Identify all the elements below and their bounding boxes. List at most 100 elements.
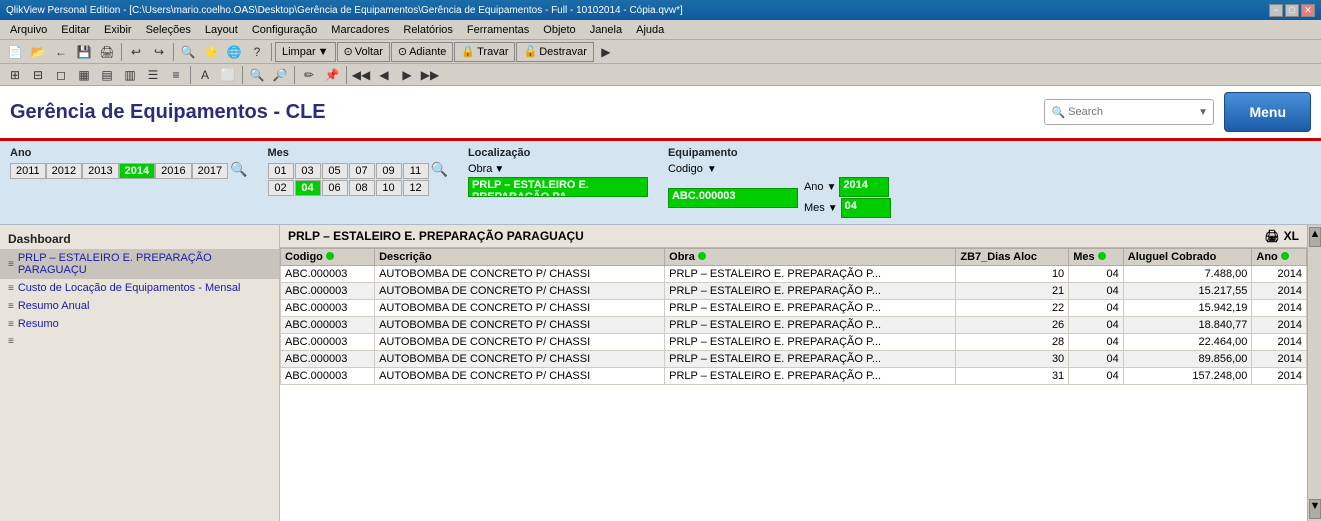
left-panel-item-3[interactable]: ≡Resumo [0, 315, 279, 333]
toolbar-globe[interactable]: 🌐 [223, 42, 245, 62]
menu-item-layout[interactable]: Layout [199, 23, 244, 37]
codigo-dropdown-icon[interactable]: ▼ [707, 164, 717, 175]
search-dropdown-icon[interactable]: ▼ [1198, 107, 1208, 118]
month-btn-11[interactable]: 11 [403, 163, 429, 179]
menu-item-ferramentas[interactable]: Ferramentas [461, 23, 535, 37]
tb2-btn10[interactable]: ⬜ [217, 65, 239, 85]
search-box[interactable]: 🔍 ▼ [1044, 99, 1214, 125]
tb2-btn14[interactable]: 📌 [321, 65, 343, 85]
destravar-button[interactable]: 🔓 Destravar [516, 42, 593, 62]
toolbar-star[interactable]: ⭐ [200, 42, 222, 62]
tb2-btn5[interactable]: ▤ [96, 65, 118, 85]
tb2-btn3[interactable]: ◻ [50, 65, 72, 85]
obra-value[interactable]: PRLP – ESTALEIRO E. PREPARAÇÃO PA... [468, 177, 648, 197]
year-btn-2016[interactable]: 2016 [155, 163, 191, 179]
year-btn-2011[interactable]: 2011 [10, 163, 46, 179]
menu-item-exibir[interactable]: Exibir [98, 23, 138, 37]
col-header-ano[interactable]: Ano [1252, 249, 1307, 266]
travar-button[interactable]: 🔒 Travar [454, 42, 515, 62]
menu-item-configuracao[interactable]: Configuração [246, 23, 323, 37]
menu-item-janela[interactable]: Janela [584, 23, 628, 37]
year-btn-2013[interactable]: 2013 [82, 163, 118, 179]
toolbar-extra[interactable]: ▶ [595, 42, 617, 62]
scrollbar-up[interactable]: ▲ [1309, 227, 1321, 247]
left-panel-item-4[interactable]: ≡ [0, 333, 279, 350]
adiante-button[interactable]: ⊙ Adiante [391, 42, 454, 62]
left-panel: Dashboard ≡PRLP – ESTALEIRO E. PREPARAÇÃ… [0, 225, 280, 521]
xl-export-icon[interactable]: XL [1284, 229, 1299, 243]
tb2-btn9[interactable]: A [194, 65, 216, 85]
toolbar-back[interactable]: ← [50, 42, 72, 62]
tb2-btn13[interactable]: ✏ [298, 65, 320, 85]
month-btn-12[interactable]: 12 [403, 180, 429, 196]
search-input[interactable] [1068, 106, 1198, 118]
toolbar-save[interactable]: 💾 [73, 42, 95, 62]
toolbar-help[interactable]: ? [246, 42, 268, 62]
menu-item-selecoes[interactable]: Seleções [140, 23, 197, 37]
limpar-button[interactable]: Limpar ▼ [275, 42, 336, 62]
col-header-obra[interactable]: Obra [665, 249, 956, 266]
menu-button[interactable]: Menu [1224, 92, 1311, 132]
tb2-btn18[interactable]: ▶▶ [419, 65, 441, 85]
month-btn-08[interactable]: 08 [349, 180, 375, 196]
col-header-codigo[interactable]: Codigo [281, 249, 375, 266]
equip-ano-dropdown-icon[interactable]: ▼ [827, 182, 837, 193]
maximize-button[interactable]: □ [1285, 4, 1299, 17]
toolbar-search[interactable]: 🔍 [177, 42, 199, 62]
equip-ano-value[interactable]: 2014 [839, 177, 889, 197]
minimize-button[interactable]: − [1269, 4, 1283, 17]
tb2-btn15[interactable]: ◀◀ [350, 65, 372, 85]
codigo-value[interactable]: ABC.000003 [668, 188, 798, 208]
tb2-btn12[interactable]: 🔎 [269, 65, 291, 85]
month-btn-04[interactable]: 04 [295, 180, 321, 196]
month-btn-07[interactable]: 07 [349, 163, 375, 179]
month-btn-03[interactable]: 03 [295, 163, 321, 179]
month-btn-02[interactable]: 02 [268, 180, 294, 196]
equip-mes-value[interactable]: 04 [841, 198, 891, 218]
month-btn-09[interactable]: 09 [376, 163, 402, 179]
toolbar-open[interactable]: 📂 [27, 42, 49, 62]
tb2-btn2[interactable]: ⊟ [27, 65, 49, 85]
toolbar-new[interactable]: 📄 [4, 42, 26, 62]
year-btn-2017[interactable]: 2017 [192, 163, 228, 179]
equip-mes-dropdown-icon[interactable]: ▼ [828, 203, 838, 214]
ano-search-icon[interactable]: 🔍 [230, 161, 247, 178]
voltar-button[interactable]: ⊙ Voltar [337, 42, 390, 62]
tb2-btn11[interactable]: 🔍 [246, 65, 268, 85]
month-btn-06[interactable]: 06 [322, 180, 348, 196]
left-panel-item-2[interactable]: ≡Resumo Anual [0, 297, 279, 315]
month-btn-01[interactable]: 01 [268, 163, 294, 179]
month-btn-05[interactable]: 05 [322, 163, 348, 179]
print-table-icon[interactable]: 🖨 [1264, 229, 1279, 243]
month-btn-10[interactable]: 10 [376, 180, 402, 196]
menu-item-ajuda[interactable]: Ajuda [630, 23, 670, 37]
toolbar-print[interactable]: 🖨 [96, 42, 118, 62]
year-btn-2012[interactable]: 2012 [46, 163, 82, 179]
tb2-btn7[interactable]: ☰ [142, 65, 164, 85]
tb2-btn6[interactable]: ▥ [119, 65, 141, 85]
obra-dropdown-icon[interactable]: ▼ [494, 164, 504, 175]
tb2-btn4[interactable]: ▦ [73, 65, 95, 85]
menu-item-arquivo[interactable]: Arquivo [4, 23, 53, 37]
menu-item-objeto[interactable]: Objeto [537, 23, 581, 37]
col-header-descricao[interactable]: Descrição [375, 249, 665, 266]
toolbar-redo[interactable]: ↪ [148, 42, 170, 62]
tb2-btn8[interactable]: ≡ [165, 65, 187, 85]
close-button[interactable]: ✕ [1301, 4, 1315, 17]
menu-item-relatorios[interactable]: Relatórios [397, 23, 459, 37]
mes-search-icon[interactable]: 🔍 [431, 161, 448, 178]
scrollbar-down[interactable]: ▼ [1309, 499, 1321, 519]
scrollbar[interactable]: ▲ ▼ [1307, 225, 1321, 521]
tb2-btn17[interactable]: ▶ [396, 65, 418, 85]
year-btn-2014[interactable]: 2014 [119, 163, 155, 179]
menu-item-marcadores[interactable]: Marcadores [325, 23, 395, 37]
left-panel-item-1[interactable]: ≡Custo de Locação de Equipamentos - Mens… [0, 279, 279, 297]
tb2-btn1[interactable]: ⊞ [4, 65, 26, 85]
col-header-aluguel[interactable]: Aluguel Cobrado [1123, 249, 1252, 266]
col-header-mes[interactable]: Mes [1069, 249, 1124, 266]
col-header-zb7_dias[interactable]: ZB7_Dias Aloc [956, 249, 1069, 266]
tb2-btn16[interactable]: ◀ [373, 65, 395, 85]
left-panel-item-0[interactable]: ≡PRLP – ESTALEIRO E. PREPARAÇÃO PARAGUAÇ… [0, 249, 279, 279]
toolbar-undo[interactable]: ↩ [125, 42, 147, 62]
menu-item-editar[interactable]: Editar [55, 23, 96, 37]
